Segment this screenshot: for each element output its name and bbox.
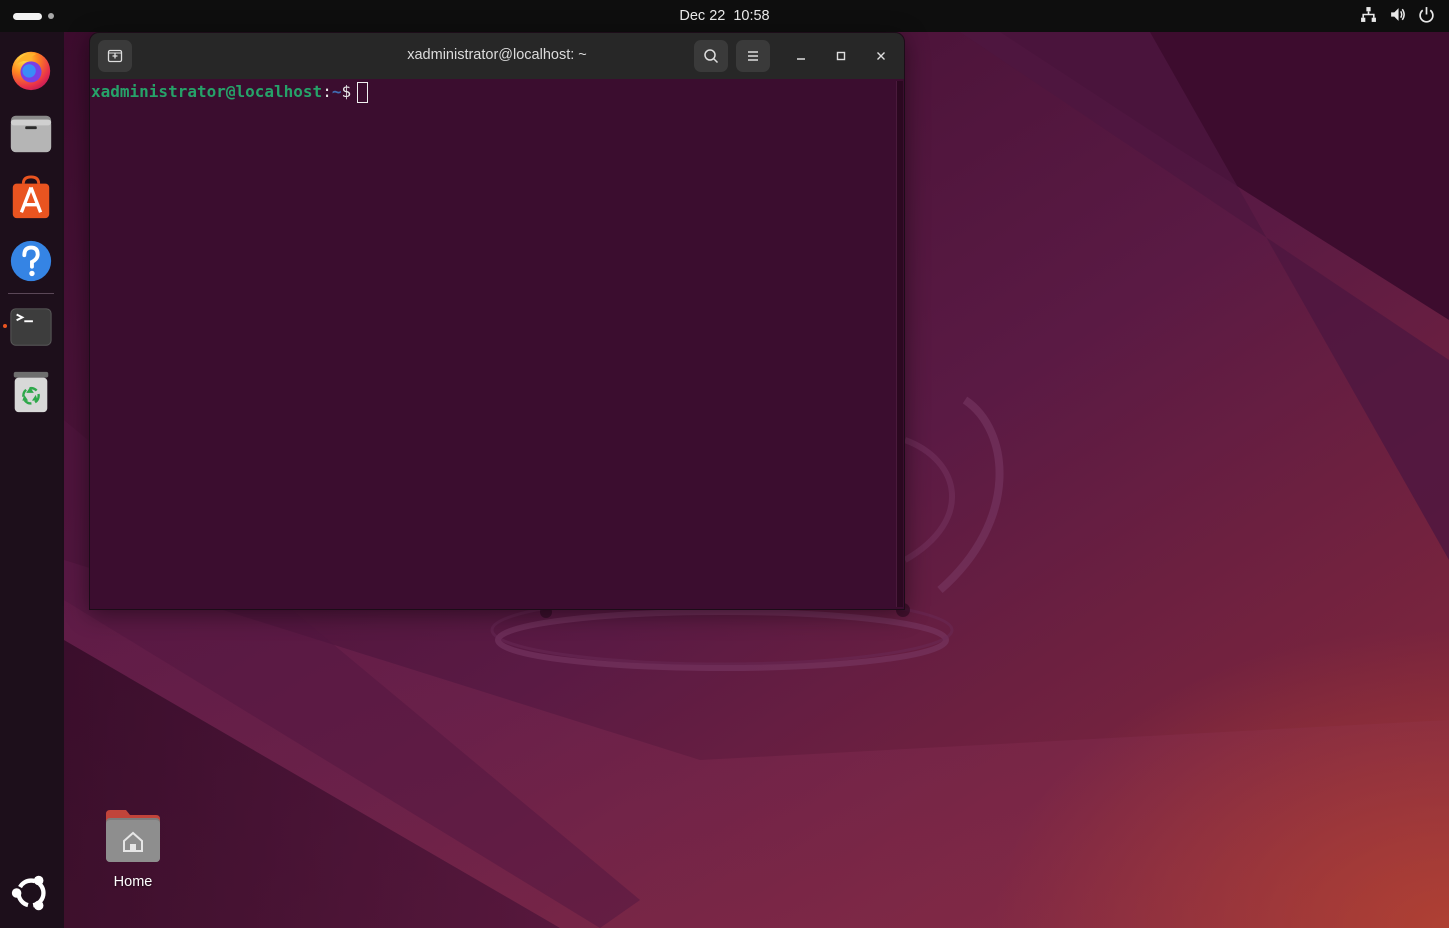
dock [0,32,64,928]
window-title: xadministrator@localhost: ~ [407,47,587,63]
prompt-user-host: xadministrator@localhost [91,82,323,101]
minimize-button[interactable] [789,44,813,68]
minimize-icon [797,58,805,60]
network-icon[interactable] [1360,6,1377,23]
workspace-indicator [48,13,54,19]
app-center-icon [12,175,50,219]
power-icon[interactable] [1418,6,1435,23]
terminal-scrollbar[interactable] [896,81,903,607]
home-folder-icon [106,810,160,862]
ubuntu-logo-icon [11,875,46,911]
maximize-icon [836,51,846,61]
dock-item-files[interactable] [6,108,56,158]
time-label: 10:58 [733,8,770,24]
text-cursor [357,82,369,103]
hamburger-menu-icon [748,51,758,61]
system-tray[interactable] [1360,6,1435,23]
home-folder-label: Home [113,874,153,890]
dock-item-show-apps[interactable] [6,868,56,918]
dock-item-terminal[interactable] [6,302,56,352]
prompt-separator: : [322,82,332,101]
files-icon [10,115,52,153]
dock-item-trash[interactable] [6,366,56,416]
search-button[interactable] [694,40,728,72]
date-label: Dec 22 [679,8,726,24]
dock-item-help[interactable] [6,236,56,286]
menu-button[interactable] [736,40,770,72]
top-panel: Dec 22 10:58 [0,0,1449,32]
close-icon [877,52,885,60]
new-tab-icon [107,49,123,63]
terminal-icon [10,308,52,346]
dock-item-firefox[interactable] [6,44,56,94]
date-time-menu[interactable]: Dec 22 10:58 [679,8,769,24]
search-icon [704,49,719,64]
terminal-header-bar[interactable]: xadministrator@localhost: ~ [90,33,904,79]
firefox-icon [11,51,51,91]
dock-item-app-center[interactable] [6,172,56,222]
close-button[interactable] [869,44,893,68]
dock-separator [8,293,54,294]
help-icon [10,240,52,282]
prompt-symbol: $ [341,82,352,101]
trash-icon [13,371,49,413]
activities-button[interactable] [13,12,54,20]
terminal-output[interactable]: xadministrator@localhost:~$ [90,79,904,609]
terminal-window[interactable]: xadministrator@localhost: ~ xadministrat… [89,32,905,610]
new-tab-button[interactable] [98,40,132,72]
workspace-active-indicator [13,12,42,20]
desktop-home-folder[interactable]: Home [96,808,170,898]
maximize-button[interactable] [829,44,853,68]
volume-icon[interactable] [1389,6,1406,23]
